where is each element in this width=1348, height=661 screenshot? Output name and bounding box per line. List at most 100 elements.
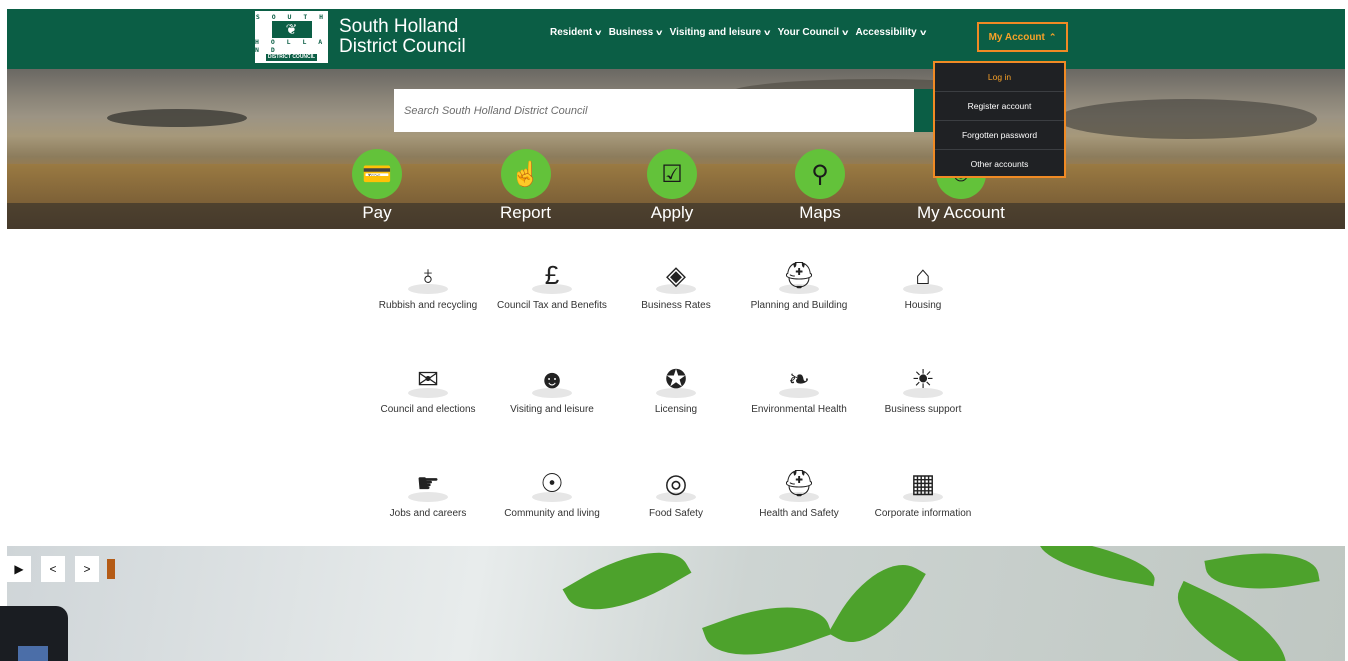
service-jobs-careers[interactable]: ☛ Jobs and careers [368,458,488,520]
quick-link-label: Report [500,203,552,222]
quick-link-label: Pay [362,203,392,222]
quick-link-apply[interactable]: ☑ Apply [647,149,697,223]
service-label: Food Safety [649,508,703,519]
theatre-masks-icon: ☻ [532,354,572,398]
service-environmental-health[interactable]: ❧ Environmental Health [739,354,859,416]
nav-business[interactable]: Business v [608,27,663,38]
hard-hat-gear-icon: ⛑ [779,250,819,294]
service-label: Licensing [654,404,698,415]
play-button[interactable]: ▶ [7,556,31,582]
nav-business-label: Business [608,27,654,38]
leaf-image [1035,546,1159,587]
ballot-box-icon: ✉ [408,354,448,398]
service-label: Health and Safety [759,508,839,519]
dropdown-register[interactable]: Register account [935,92,1064,121]
site-header: S O U T H ❦ H O L L A N D DISTRICT COUNC… [7,9,1345,69]
service-label: Council and elections [380,404,476,415]
rubbish-bag-icon: ♁ [408,250,448,294]
chevron-down-icon: v [764,28,771,37]
phone-screen [18,646,48,661]
logo-dc-text: DISTRICT COUNCIL [265,54,318,61]
service-label: Business Rates [641,300,711,311]
service-business-rates[interactable]: ◈ Business Rates [616,250,736,312]
card-icon: 💳 [352,149,402,199]
logo-top-text: S O U T H [255,13,328,21]
chevron-down-icon: v [919,28,927,37]
chevron-right-icon: > [83,562,91,576]
logo-mark: S O U T H ❦ H O L L A N D DISTRICT COUNC… [255,11,328,63]
nav-your-council-label: Your Council [777,27,840,38]
service-rubbish[interactable]: ♁ Rubbish and recycling [368,250,488,312]
leaf-image [1204,546,1320,601]
play-icon: ▶ [14,562,24,576]
service-corporate-info[interactable]: ▦ Corporate information [863,458,983,520]
nav-resident-label: Resident [550,27,593,38]
quick-link-report[interactable]: ☝ Report [500,149,551,223]
service-label: Environmental Health [751,404,847,415]
nav-visiting[interactable]: Visiting and leisure v [669,27,771,38]
pound-house-icon: £ [532,250,572,294]
main-nav: Resident v Business v Visiting and leisure… [550,27,933,38]
nav-accessibility-label: Accessibility [855,27,917,38]
service-community-living[interactable]: ☉ Community and living [492,458,612,520]
nav-my-account-label: My Account [988,31,1045,43]
presentation-board-icon: ▦ [903,458,943,502]
service-council-elections[interactable]: ✉ Council and elections [368,354,488,416]
leaf-image [828,546,926,661]
carousel-banner [7,546,1345,661]
plant-hand-icon: ❧ [779,354,819,398]
service-health-safety[interactable]: ⛑ Health and Safety [739,458,859,520]
leaf-image [1162,580,1302,661]
service-food-safety[interactable]: ◎ Food Safety [616,458,736,520]
plate-cutlery-icon: ◎ [656,458,696,502]
quick-link-label: My Account [917,203,1005,222]
search-placeholder: Search South Holland District Council [404,104,588,117]
quick-link-maps[interactable]: ⚲ Maps [795,149,845,223]
hero-cloud [1057,99,1317,139]
prev-button[interactable]: < [41,556,65,582]
slide-indicator[interactable] [107,559,115,579]
hero-banner: Search South Holland District Council Q … [7,69,1345,229]
service-licensing[interactable]: ✪ Licensing [616,354,736,416]
next-button[interactable]: > [75,556,99,582]
chevron-down-icon: v [842,28,849,37]
map-pin-icon: ⚲ [795,149,845,199]
nav-resident[interactable]: Resident v [550,27,602,38]
leaf-image [562,546,692,633]
service-label: Housing [904,300,942,311]
chevron-left-icon: < [49,562,57,576]
quick-link-pay[interactable]: 💳 Pay [352,149,402,223]
service-label: Jobs and careers [389,508,467,519]
service-housing[interactable]: ⌂ Housing [863,250,983,312]
service-label: Business support [884,404,962,415]
pointer-icon: ☝ [500,149,551,199]
dropdown-log-in[interactable]: Log in [935,63,1064,92]
checkbox-icon: ☑ [647,149,697,199]
nav-my-account[interactable]: My Account ⌃ [977,22,1068,52]
logo-bottom-text: H O L L A N D [255,38,327,54]
service-label: Rubbish and recycling [378,300,478,311]
nav-accessibility[interactable]: Accessibility v [855,27,927,38]
account-dropdown: Log in Register account Forgotten passwo… [933,61,1066,178]
site-title: South Holland District Council [339,17,466,57]
service-label: Council Tax and Benefits [497,300,607,311]
rosette-icon: ✪ [656,354,696,398]
community-icon: ☉ [532,458,572,502]
site-logo[interactable]: S O U T H ❦ H O L L A N D DISTRICT COUNC… [255,9,466,65]
nav-visiting-label: Visiting and leisure [669,27,762,38]
quick-link-label: Apply [650,203,694,222]
service-visiting-leisure[interactable]: ☻ Visiting and leisure [492,354,612,416]
search-input[interactable]: Search South Holland District Council [394,89,914,132]
service-planning[interactable]: ⛑ Planning and Building [739,250,859,312]
dropdown-other-accounts[interactable]: Other accounts [935,150,1064,178]
helmet-goggles-icon: ⛑ [779,458,819,502]
service-council-tax[interactable]: £ Council Tax and Benefits [492,250,612,312]
hero-cloud [107,109,247,127]
tulip-icon: ❦ [271,21,312,38]
site-title-line1: South Holland [339,16,459,37]
service-business-support[interactable]: ☀ Business support [863,354,983,416]
site-title-line2: District Council [339,36,466,57]
dropdown-forgotten-password[interactable]: Forgotten password [935,121,1064,150]
money-icon: ◈ [656,250,696,294]
nav-your-council[interactable]: Your Council v [777,27,849,38]
